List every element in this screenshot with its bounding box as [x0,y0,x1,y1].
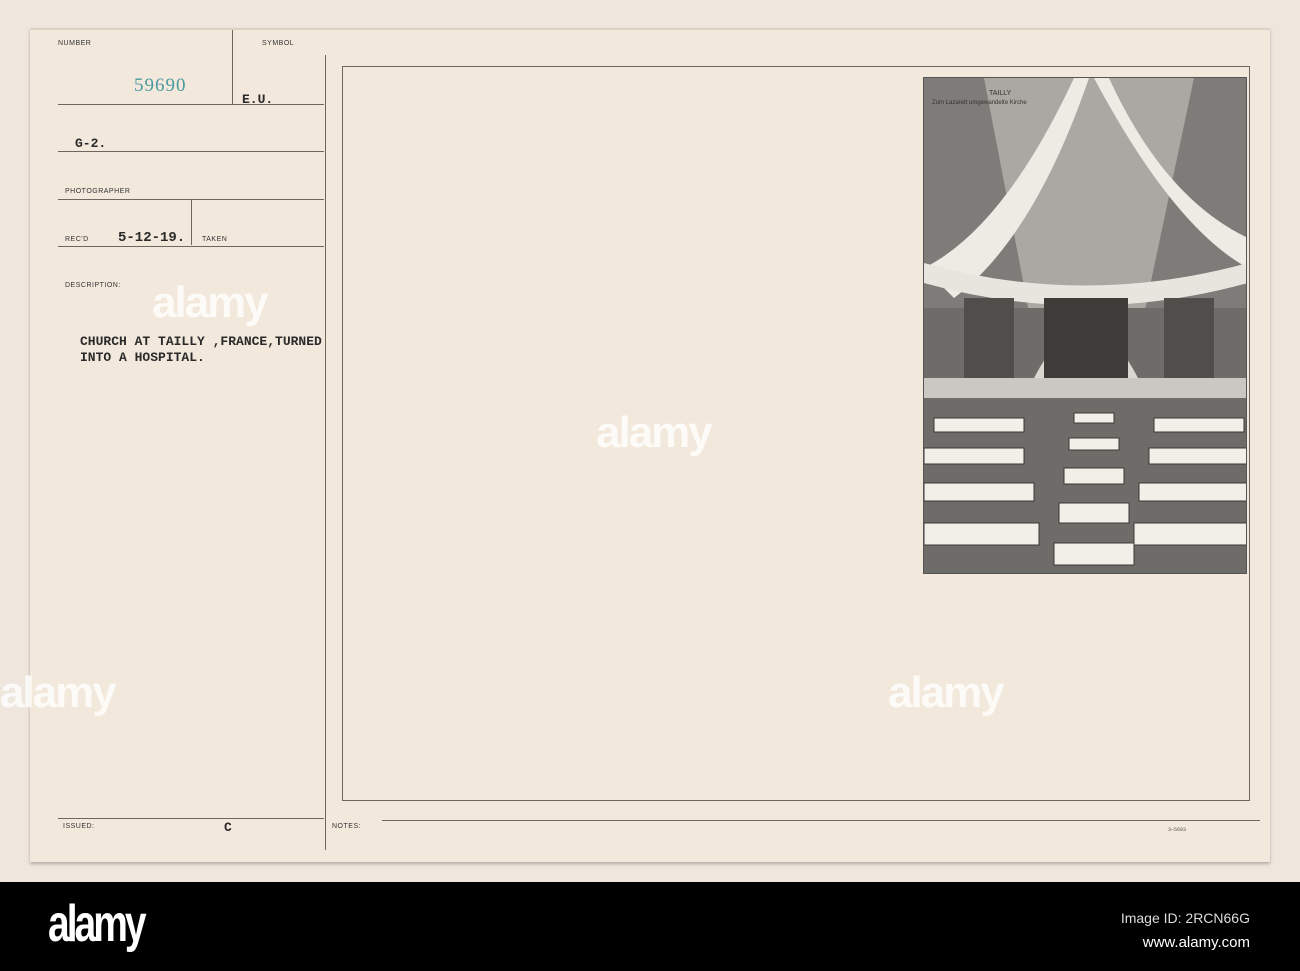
section-value: G-2. [75,136,107,151]
photo-caption-title: TAILLY [989,90,1012,97]
description-line-1: CHURCH AT TAILLY ,FRANCE,TURNED [80,334,322,349]
alamy-url[interactable]: www.alamy.com [1143,934,1250,951]
stock-footer: alamy Image ID: 2RCN66G www.alamy.com [0,882,1300,971]
recd-value: 5-12-19. [118,230,186,246]
description-text: CHURCH AT TAILLY ,FRANCE,TURNED INTO A HO… [80,334,322,366]
watermark: alamy [152,278,269,327]
form-number: 3—5603 [1168,827,1187,833]
description-label: DESCRIPTION: [65,282,121,289]
alamy-logo: alamy [48,895,147,953]
recd-label: REC'D [65,236,89,243]
watermark: alamy [888,668,1005,717]
notes-label: NOTES: [332,823,362,830]
issued-label: ISSUED: [63,823,95,830]
symbol-label: SYMBOL [262,40,295,47]
number-label: NUMBER [58,40,92,47]
photographer-label: PHOTOGRAPHER [65,188,131,195]
number-value: 59690 [134,75,187,96]
watermark: alamy [0,668,117,717]
church-hospital-photo: TAILLY Zum Lazarett umgewandelte Kirche [923,77,1247,574]
photo-caption-subtitle: Zum Lazarett umgewandelte Kirche [932,100,1027,106]
image-id: Image ID: 2RCN66G [1120,910,1250,926]
description-line-2: INTO A HOSPITAL. [80,350,205,365]
watermark: alamy [596,408,713,457]
taken-label: TAKEN [202,236,228,243]
issued-value: C [224,820,232,835]
